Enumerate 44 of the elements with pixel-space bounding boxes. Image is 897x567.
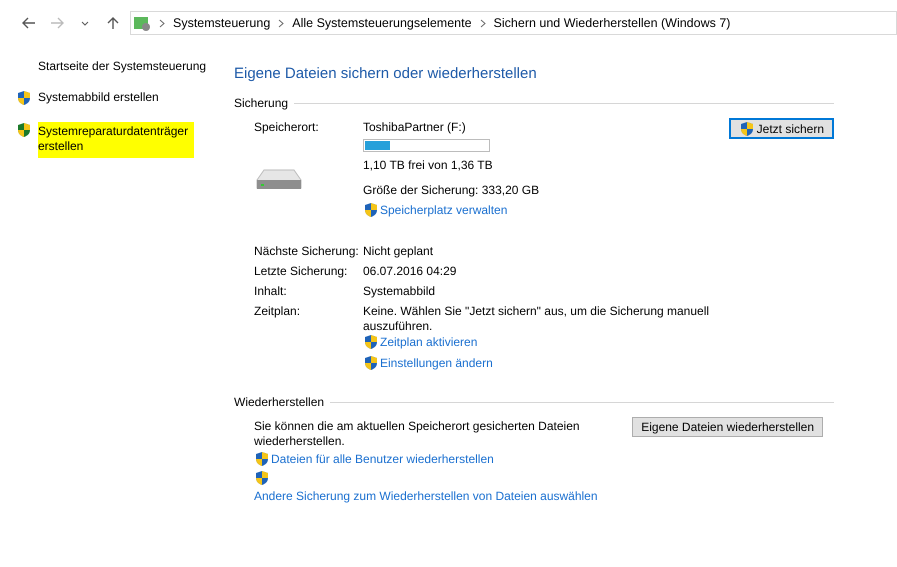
back-arrow-icon[interactable]	[22, 17, 36, 29]
field-label: Inhalt:	[254, 284, 288, 299]
chevron-icon	[480, 18, 486, 28]
up-arrow-icon[interactable]	[107, 16, 119, 30]
restore-description: Sie können die am aktuellen Speicherort gesicherten Dateien wiederherstellen.	[254, 419, 581, 449]
drive-name: ToshibaPartner (F:)	[363, 120, 467, 135]
restore-files-button[interactable]: Eigene Dateien wiederherstellen	[632, 417, 823, 437]
breadcrumb-item[interactable]: Systemsteuerung	[173, 16, 270, 30]
dropdown-caret-icon[interactable]	[81, 20, 89, 26]
settings-link[interactable]: Einstellungen ändern	[363, 355, 493, 371]
section-heading: Sicherung	[234, 96, 288, 110]
field-label: Nächste Sicherung:	[254, 244, 360, 259]
backup-size-text: Größe der Sicherung: 333,20 GB	[363, 183, 540, 198]
breadcrumb-item[interactable]: Alle Systemsteuerungselemente	[292, 16, 472, 30]
shield-icon	[254, 470, 270, 486]
shield-icon	[363, 334, 379, 350]
shield-icon	[16, 122, 32, 138]
shield-icon	[738, 120, 755, 136]
section-heading: Wiederherstellen	[234, 395, 324, 409]
shield-icon	[254, 451, 270, 467]
free-space-text: 1,10 TB frei von 1,36 TB	[363, 158, 494, 173]
field-label: Letzte Sicherung:	[254, 264, 348, 279]
hard-drive-icon	[256, 169, 302, 191]
field-label: Speicherort:	[254, 120, 320, 135]
restore-link[interactable]: Dateien für alle Benutzer wiederherstellen	[254, 451, 494, 467]
page-title: Eigene Dateien sichern oder wiederherstellen	[234, 65, 538, 82]
settings-link[interactable]: Zeitplan aktivieren	[363, 334, 478, 350]
field-value: Nicht geplant	[363, 244, 434, 259]
restore-link[interactable]: Andere Sicherung zum Wiederherstellen von Dateien auswählen	[254, 489, 598, 503]
field-value: Keine. Wählen Sie "Jetzt sichern" aus, um die Sicherung manuell auszuführen.	[363, 304, 710, 334]
breadcrumb-item[interactable]: Sichern und Wiederherstellen (Windows 7)	[494, 16, 730, 30]
field-label: Zeitplan:	[254, 304, 302, 320]
shield-icon	[16, 90, 32, 106]
shield-icon	[363, 355, 379, 371]
manage-space-link[interactable]: Speicherplatz verwalten	[363, 202, 729, 218]
sidebar-link[interactable]: Systemabbild erstellen	[0, 90, 234, 106]
field-value: 06.07.2016 04:29	[363, 264, 458, 279]
sidebar-link[interactable]: Startseite der Systemsteuerung	[0, 59, 234, 74]
chevron-icon	[159, 18, 165, 28]
field-value: Systemabbild	[363, 284, 436, 299]
chevron-icon	[278, 18, 284, 28]
address-bar[interactable]: Systemsteuerung Alle Systemsteuerungselemente Sichern und Wiederherstellen (Windows 7)	[130, 11, 897, 35]
backup-now-button[interactable]: Jetzt sichern	[728, 118, 834, 139]
shield-icon	[363, 202, 379, 218]
